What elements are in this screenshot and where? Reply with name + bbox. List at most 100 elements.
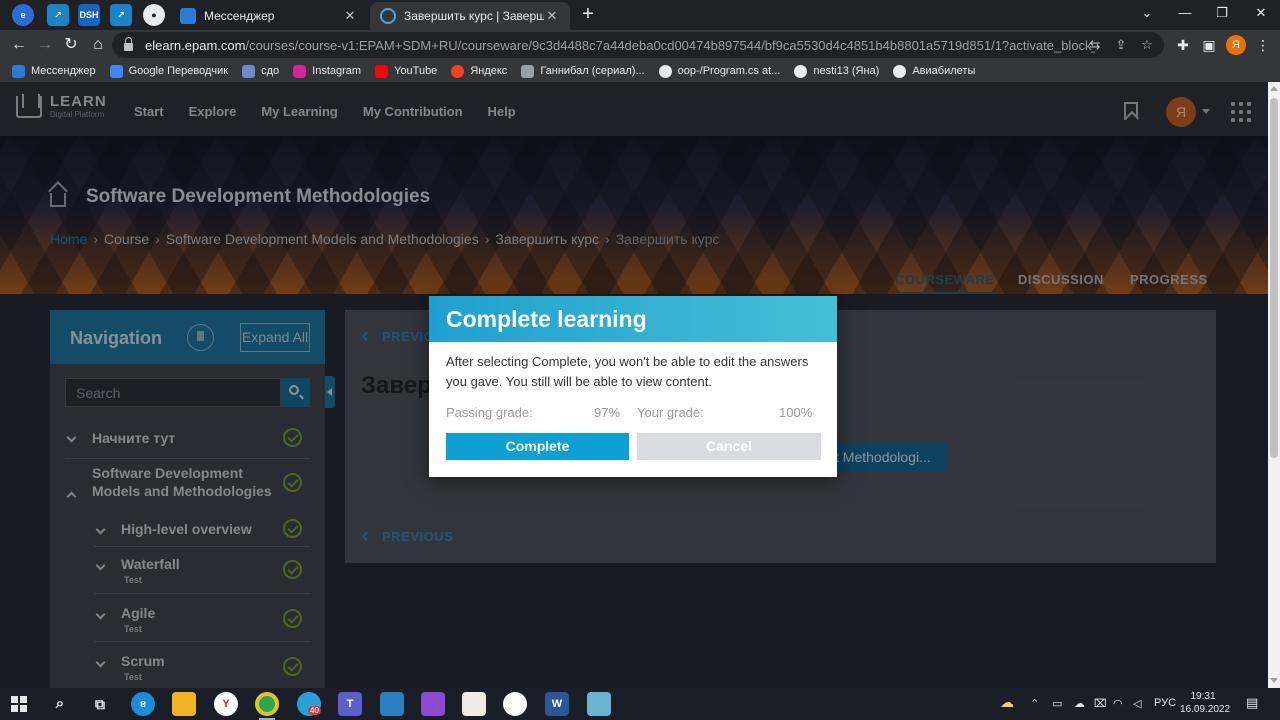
- shield-icon: [242, 64, 256, 78]
- bookmark-label: Instagram: [312, 65, 362, 77]
- bookmark-item[interactable]: oop-/Program.cs at...: [658, 64, 780, 78]
- translate-icon[interactable]: ⇆: [1086, 36, 1104, 54]
- dsh-icon[interactable]: DSH: [78, 4, 100, 26]
- close-tab-icon[interactable]: ✕: [342, 8, 358, 24]
- bookmark-item[interactable]: Яндекс: [451, 64, 508, 78]
- forward-button[interactable]: →: [34, 34, 56, 56]
- bookmark-item[interactable]: Мессенджер: [12, 64, 96, 78]
- bookmark-label: nesti13 (Яна): [813, 65, 880, 77]
- new-tab-button[interactable]: +: [578, 4, 598, 24]
- tab-title: Мессенджер: [204, 9, 275, 23]
- bookmark-label: YouTube: [394, 65, 438, 77]
- bookmark-label: сдо: [261, 65, 280, 77]
- tab-title: Завершить курс | Завершить курс: [404, 9, 544, 23]
- word-icon[interactable]: [503, 692, 527, 716]
- network-icon[interactable]: ▭: [1052, 697, 1062, 710]
- github-icon[interactable]: ●: [143, 4, 165, 26]
- windows-taskbar: ⌕ ⧉ e Y 40 T W ☁ ⌃ ▭ ☁ ⌧ ◠ ◁ РУС 19:31 1…: [0, 688, 1280, 720]
- share-icon[interactable]: ⇪: [1112, 36, 1130, 54]
- maximize-button[interactable]: ❐: [1207, 4, 1237, 24]
- link2-icon[interactable]: ↗: [110, 4, 132, 26]
- translate-icon: [109, 64, 123, 78]
- youtube-icon: [375, 64, 389, 78]
- page-scrollbar[interactable]: [1268, 82, 1280, 688]
- complete-learning-dialog: Complete learning After selecting Comple…: [429, 296, 837, 477]
- extensions-icon[interactable]: ✚: [1172, 34, 1194, 56]
- link-icon[interactable]: ↗: [47, 4, 69, 26]
- browser-tab-strip: e ↗ DSH ↗ ● Мессенджер ✕ Завершить курс …: [0, 0, 1280, 30]
- chevron-up-icon[interactable]: ⌃: [1030, 697, 1039, 710]
- search-icon[interactable]: ⌕: [48, 692, 72, 716]
- notes-icon[interactable]: [587, 692, 611, 716]
- app-icon[interactable]: [380, 692, 404, 716]
- scroll-up-icon[interactable]: [1270, 86, 1278, 91]
- edge-icon[interactable]: e: [131, 692, 155, 716]
- bookmark-item[interactable]: nesti13 (Яна): [794, 64, 880, 78]
- bookmark-item[interactable]: сдо: [242, 64, 280, 78]
- url-text: elearn.epam.com/courses/course-v1:EPAM+S…: [145, 37, 1095, 53]
- reload-button[interactable]: ↻: [60, 34, 82, 56]
- lock-icon: [124, 37, 133, 51]
- home-button[interactable]: ⌂: [87, 34, 109, 56]
- edge-icon[interactable]: e: [12, 4, 34, 26]
- minimize-button[interactable]: —: [1170, 4, 1200, 24]
- onedrive-icon[interactable]: ☁: [1074, 697, 1085, 710]
- page-viewport: LEARN Digital Platform Start Explore My …: [0, 82, 1268, 688]
- clock[interactable]: 19:31 16.09.2022: [1180, 690, 1231, 716]
- word-app-icon[interactable]: W: [545, 692, 569, 716]
- teams-icon[interactable]: T: [338, 692, 362, 716]
- tab-messenger[interactable]: Мессенджер ✕: [170, 2, 368, 30]
- dialog-message: After selecting Complete, you won't be a…: [446, 354, 809, 389]
- tab-complete-course[interactable]: Завершить курс | Завершить курс ✕: [370, 2, 570, 30]
- task-view-icon[interactable]: ⧉: [88, 692, 112, 716]
- messenger-icon: [180, 8, 196, 24]
- image-icon: [521, 64, 535, 78]
- notifications-icon[interactable]: ▤: [1246, 695, 1258, 711]
- weather-icon[interactable]: ☁: [1000, 694, 1014, 711]
- bookmark-item[interactable]: Авиабилеты: [893, 64, 976, 78]
- close-tab-icon[interactable]: ✕: [544, 8, 560, 24]
- clock-date: 16.09.2022: [1180, 704, 1231, 715]
- back-button[interactable]: ←: [8, 34, 30, 56]
- bookmark-label: Мессенджер: [31, 65, 96, 77]
- close-window-button[interactable]: ✕: [1246, 4, 1276, 24]
- windows-start-icon[interactable]: [11, 696, 27, 712]
- bookmark-label: Google Переводчик: [128, 65, 229, 77]
- globe-icon: [893, 64, 907, 78]
- chrome-icon[interactable]: [255, 692, 279, 716]
- language-indicator[interactable]: РУС: [1154, 697, 1176, 709]
- file-explorer-icon[interactable]: [172, 692, 196, 716]
- instagram-icon: [293, 64, 307, 78]
- paint-icon[interactable]: [462, 692, 486, 716]
- bookmark-label: Авиабилеты: [912, 65, 976, 77]
- bookmarks-bar: Мессенджер Google Переводчик сдо Instagr…: [0, 60, 1280, 82]
- bookmark-item[interactable]: YouTube: [375, 64, 438, 78]
- yandex-browser-icon[interactable]: Y: [214, 692, 238, 716]
- visual-studio-icon[interactable]: [421, 692, 445, 716]
- messenger-icon: [12, 64, 25, 78]
- bookmark-label: Ганнибал (сериал)...: [540, 65, 645, 77]
- passing-grade-label: Passing grade:: [446, 405, 533, 420]
- star-icon[interactable]: ☆: [1138, 36, 1156, 54]
- scroll-down-icon[interactable]: [1270, 678, 1278, 683]
- bookmark-label: Яндекс: [470, 65, 508, 77]
- bookmark-item[interactable]: Google Переводчик: [109, 64, 229, 78]
- your-grade-label: Your grade:: [637, 405, 704, 420]
- cancel-button[interactable]: Cancel: [637, 433, 821, 460]
- bookmark-item[interactable]: Ганнибал (сериал)...: [521, 64, 645, 78]
- github-icon: [794, 64, 808, 78]
- telegram-badge: 40: [308, 706, 321, 715]
- dialog-title: Complete learning: [429, 296, 837, 342]
- address-bar[interactable]: elearn.epam.com/courses/course-v1:EPAM+S…: [112, 32, 1164, 58]
- sidepanel-icon[interactable]: ▣: [1198, 34, 1220, 56]
- profile-avatar[interactable]: Я: [1226, 35, 1246, 55]
- menu-icon[interactable]: ⋮: [1252, 34, 1274, 56]
- display-icon[interactable]: ⌧: [1094, 697, 1107, 710]
- yandex-icon: [451, 64, 465, 78]
- tab-search-icon[interactable]: ⌄: [1132, 4, 1162, 24]
- complete-button[interactable]: Complete: [446, 433, 629, 460]
- bookmark-item[interactable]: Instagram: [293, 64, 362, 78]
- volume-icon[interactable]: ◁: [1133, 697, 1141, 710]
- scrollbar-thumb[interactable]: [1270, 98, 1278, 458]
- wifi-icon[interactable]: ◠: [1113, 697, 1123, 710]
